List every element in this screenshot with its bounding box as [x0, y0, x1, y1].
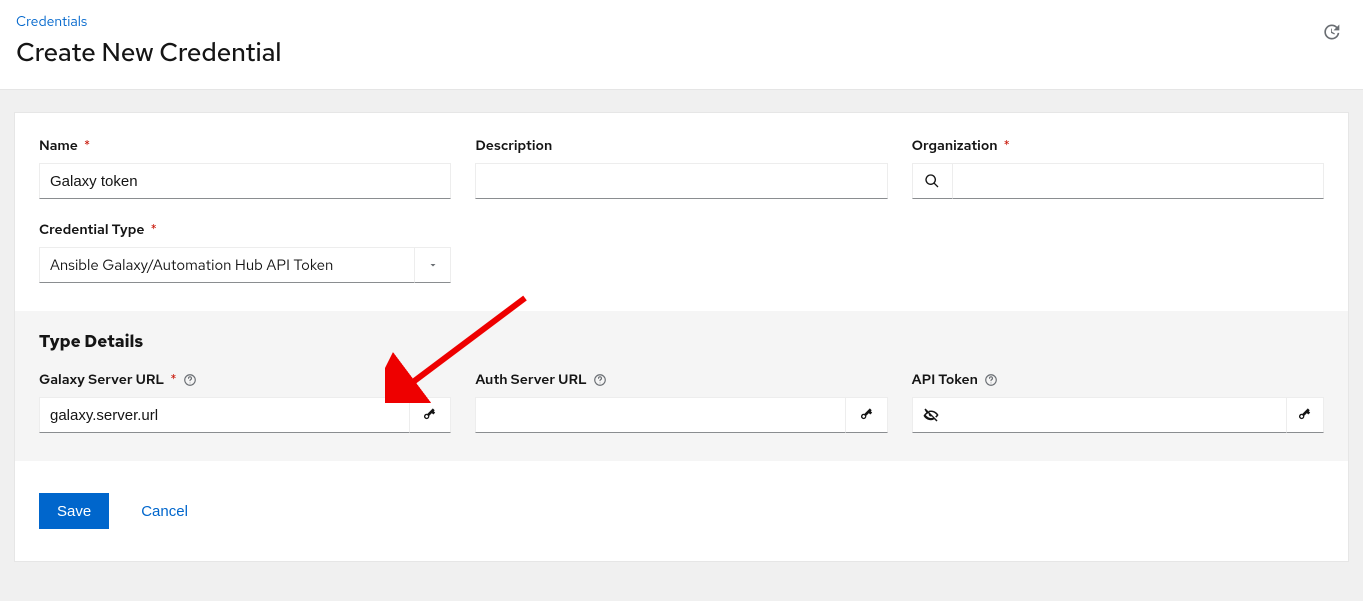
organization-input-group — [912, 163, 1324, 199]
type-details-title: Type Details — [39, 331, 1324, 353]
help-icon[interactable] — [984, 373, 998, 387]
galaxy-server-url-label: Galaxy Server URL * — [39, 371, 451, 389]
api-token-group — [912, 397, 1324, 433]
actions-section: Save Cancel — [15, 461, 1348, 561]
save-button[interactable]: Save — [39, 493, 109, 529]
auth-server-url-input[interactable] — [475, 397, 846, 433]
api-token-input[interactable] — [949, 397, 1287, 433]
name-input[interactable] — [39, 163, 451, 199]
description-label-text: Description — [475, 137, 552, 155]
galaxy-server-url-key-button[interactable] — [410, 397, 451, 433]
auth-server-url-label-text: Auth Server URL — [475, 371, 586, 389]
field-description: Description — [475, 137, 887, 199]
field-galaxy-server-url: Galaxy Server URL * — [39, 371, 451, 433]
type-details-section: Type Details Galaxy Server URL * Auth Se — [15, 311, 1348, 461]
form-row-1: Name * Description Organization * — [39, 137, 1324, 199]
credential-type-value[interactable]: Ansible Galaxy/Automation Hub API Token — [39, 247, 415, 283]
key-icon — [422, 407, 438, 423]
required-icon: * — [84, 137, 90, 155]
required-icon: * — [170, 371, 176, 389]
auth-server-url-label: Auth Server URL — [475, 371, 887, 389]
eye-off-icon — [922, 406, 940, 424]
description-input[interactable] — [475, 163, 887, 199]
organization-label-text: Organization — [912, 137, 998, 155]
name-label-text: Name — [39, 137, 78, 155]
field-api-token: API Token — [912, 371, 1324, 433]
form-row-2: Credential Type * Ansible Galaxy/Automat… — [39, 221, 1324, 283]
auth-server-url-group — [475, 397, 887, 433]
help-icon[interactable] — [183, 373, 197, 387]
field-credential-type: Credential Type * Ansible Galaxy/Automat… — [39, 221, 451, 283]
required-icon: * — [1004, 137, 1010, 155]
help-icon[interactable] — [593, 373, 607, 387]
galaxy-server-url-input[interactable] — [39, 397, 410, 433]
name-label: Name * — [39, 137, 451, 155]
api-token-label: API Token — [912, 371, 1324, 389]
galaxy-server-url-label-text: Galaxy Server URL — [39, 371, 164, 389]
auth-server-url-key-button[interactable] — [846, 397, 887, 433]
credential-type-caret[interactable] — [415, 247, 451, 283]
caret-down-icon — [427, 259, 439, 271]
page-header: Credentials Create New Credential — [0, 0, 1363, 90]
field-name: Name * — [39, 137, 451, 199]
credential-type-label: Credential Type * — [39, 221, 451, 239]
galaxy-server-url-group — [39, 397, 451, 433]
api-token-visibility-button[interactable] — [912, 397, 949, 433]
description-label: Description — [475, 137, 887, 155]
required-icon: * — [151, 221, 157, 239]
key-icon — [1297, 407, 1313, 423]
organization-input[interactable] — [953, 163, 1324, 199]
breadcrumb-credentials-link[interactable]: Credentials — [16, 13, 87, 31]
organization-label: Organization * — [912, 137, 1324, 155]
page-title: Create New Credential — [16, 35, 1347, 69]
api-token-label-text: API Token — [912, 371, 978, 389]
credential-type-label-text: Credential Type — [39, 221, 145, 239]
organization-search-button[interactable] — [912, 163, 953, 199]
form-section-main: Name * Description Organization * — [15, 113, 1348, 311]
history-icon[interactable] — [1321, 22, 1341, 42]
field-auth-server-url: Auth Server URL — [475, 371, 887, 433]
field-organization: Organization * — [912, 137, 1324, 199]
cancel-button[interactable]: Cancel — [141, 503, 188, 520]
search-icon — [924, 173, 940, 189]
key-icon — [859, 407, 875, 423]
type-details-row: Galaxy Server URL * Auth Server URL — [39, 371, 1324, 433]
form-panel: Name * Description Organization * — [14, 112, 1349, 562]
api-token-key-button[interactable] — [1287, 397, 1324, 433]
credential-type-select[interactable]: Ansible Galaxy/Automation Hub API Token — [39, 247, 451, 283]
